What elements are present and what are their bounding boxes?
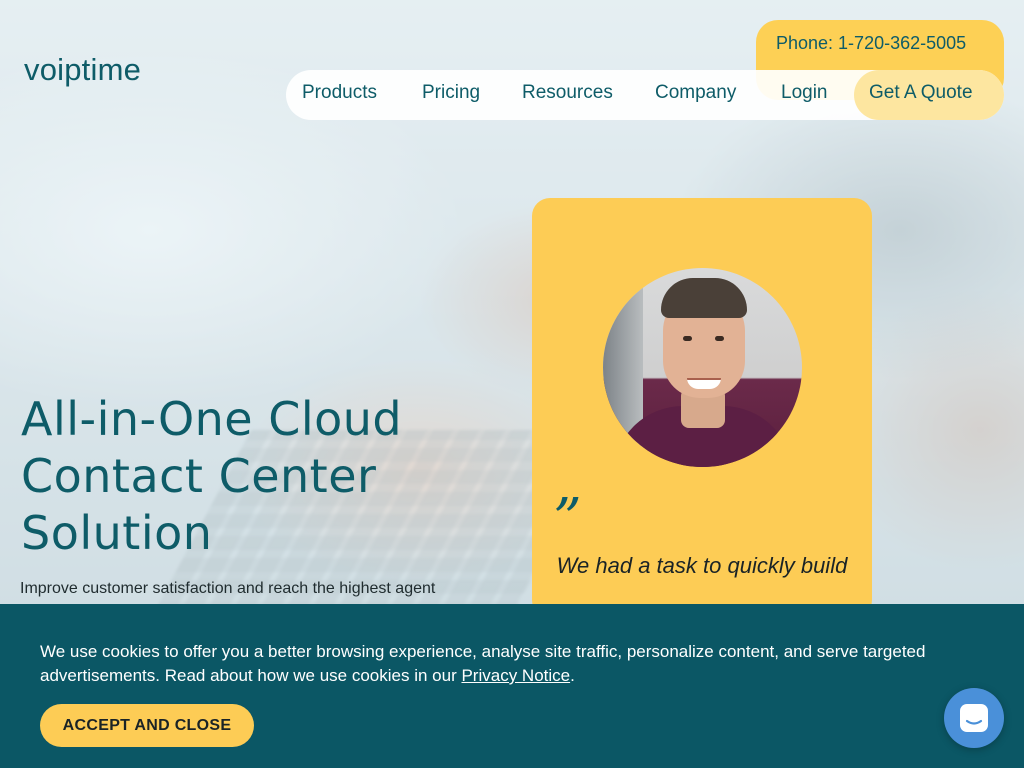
site-logo[interactable]: voiptime: [24, 52, 141, 88]
hero-title-line-2: Contact Center: [21, 449, 377, 503]
nav-pricing[interactable]: Pricing: [422, 82, 480, 104]
hero-title-line-1: All-in-One Cloud: [21, 392, 403, 446]
testimonial-quote: We had a task to quickly build: [556, 553, 848, 578]
cookie-banner-text: We use cookies to offer you a better bro…: [40, 640, 990, 688]
cookie-text-end: .: [570, 666, 575, 685]
quote-icon: ”: [553, 487, 582, 552]
get-a-quote-label: Get A Quote: [869, 82, 973, 103]
testimonial-avatar: [603, 268, 802, 467]
get-a-quote-button[interactable]: Get A Quote: [854, 70, 1004, 120]
hero-subtitle: Improve customer satisfaction and reach …: [20, 580, 436, 597]
hero-title: All-in-One Cloud Contact Center Solution: [21, 391, 501, 562]
nav-resources[interactable]: Resources: [522, 82, 613, 104]
nav-company[interactable]: Company: [655, 82, 736, 104]
chat-bubble-icon: [960, 704, 988, 732]
nav-products[interactable]: Products: [302, 82, 377, 104]
phone-link[interactable]: Phone: 1-720-362-5005: [776, 33, 966, 54]
nav-login[interactable]: Login: [781, 82, 828, 104]
hero-title-line-3: Solution: [21, 506, 213, 560]
chat-launcher-button[interactable]: [944, 688, 1004, 748]
accept-and-close-button[interactable]: ACCEPT AND CLOSE: [40, 704, 254, 747]
privacy-notice-link[interactable]: Privacy Notice: [461, 666, 570, 685]
